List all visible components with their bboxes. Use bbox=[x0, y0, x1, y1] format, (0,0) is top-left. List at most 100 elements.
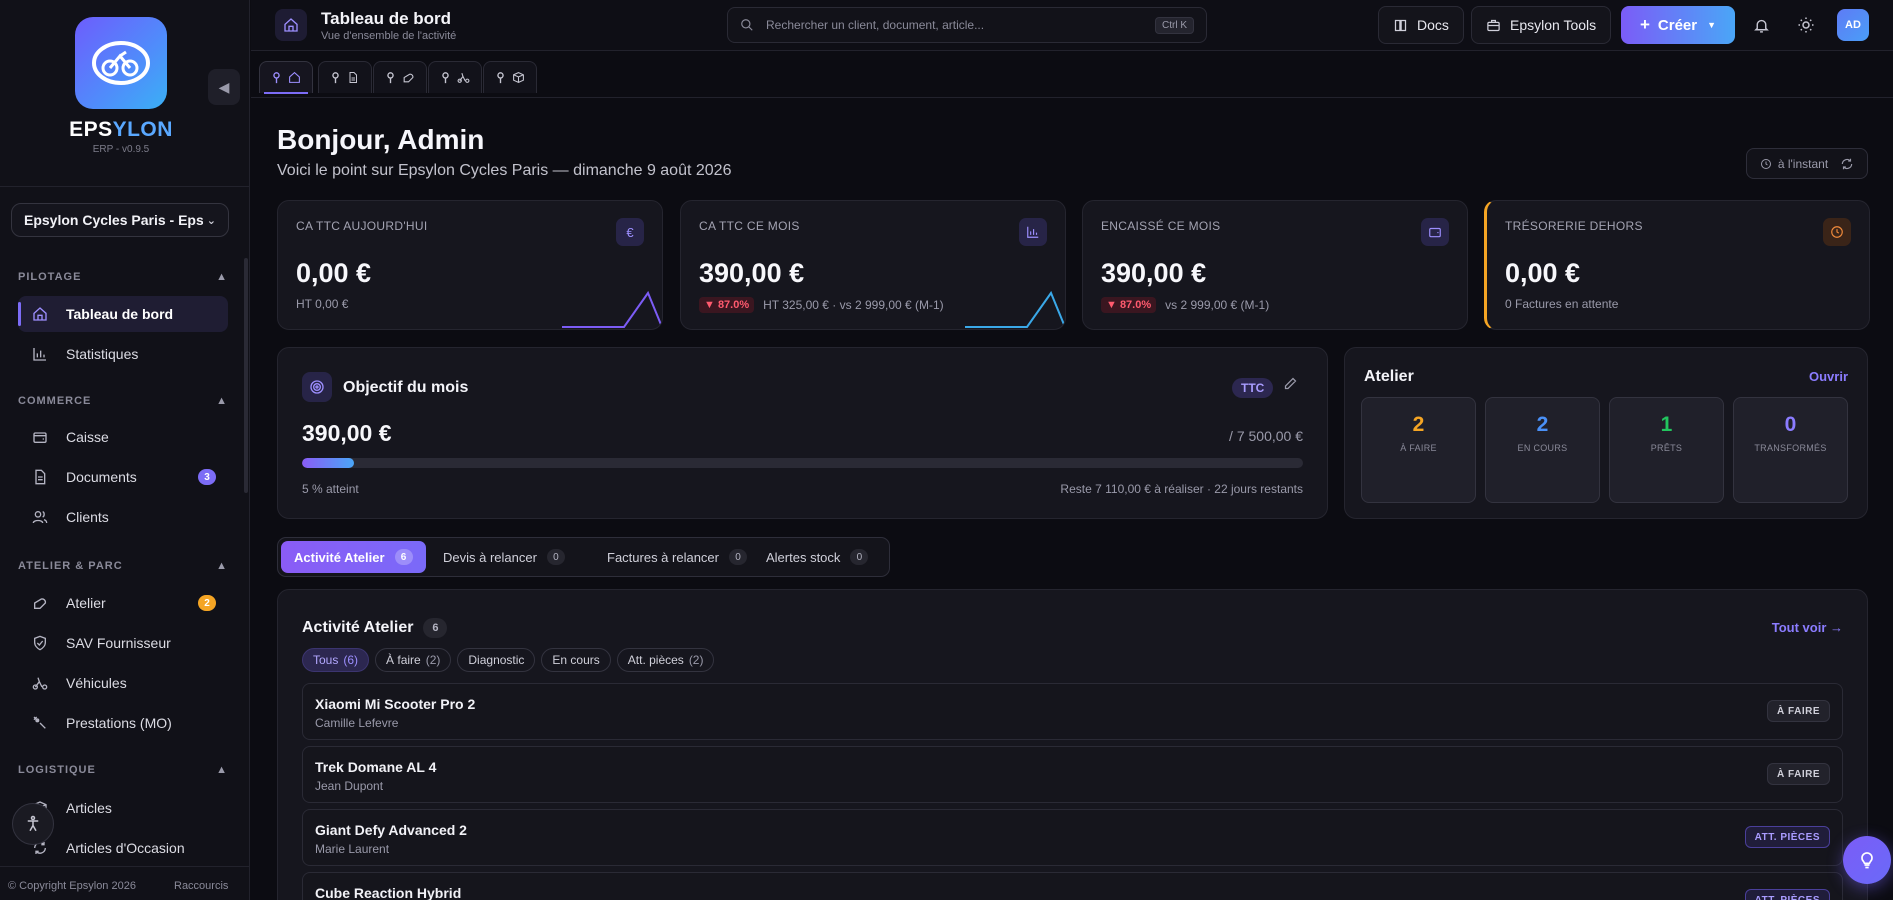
section-title: ATELIER & PARC bbox=[18, 560, 123, 572]
docs-button[interactable]: Docs bbox=[1378, 6, 1464, 44]
tab-count: 0 bbox=[850, 549, 869, 565]
list-item[interactable]: Giant Defy Advanced 2 Marie Laurent ATT.… bbox=[302, 809, 1843, 866]
theme-toggle-button[interactable] bbox=[1794, 13, 1818, 37]
sidebar-item-label: Tableau de bord bbox=[66, 306, 174, 322]
sidebar-item-documents[interactable]: Documents 3 bbox=[18, 459, 228, 495]
kpi-value: 0,00 € bbox=[296, 258, 372, 288]
sidebar-item-label: Véhicules bbox=[66, 675, 127, 691]
kpi-value: 0,00 € bbox=[1505, 258, 1581, 288]
filter-chip-att-pieces[interactable]: Att. pièces (2) bbox=[616, 648, 715, 672]
stat-number: 1 bbox=[1660, 413, 1673, 436]
filter-chip-a-faire[interactable]: À faire (2) bbox=[375, 648, 452, 672]
atelier-stat-prets[interactable]: 1 PRÊTS bbox=[1609, 397, 1724, 503]
tools-label: Epsylon Tools bbox=[1510, 17, 1597, 33]
section-title: COMMERCE bbox=[18, 395, 92, 407]
tab-alertes-stock[interactable]: Alertes stock 0 bbox=[753, 541, 881, 573]
tab-devis-a-relancer[interactable]: Devis à relancer 0 bbox=[430, 541, 578, 573]
tools-icon bbox=[31, 714, 49, 732]
kpi-footnote: vs 2 999,00 € (M-1) bbox=[1165, 298, 1270, 312]
greeting-subtitle: Voici le point sur Epsylon Cycles Paris … bbox=[277, 162, 732, 179]
top-bar: Tableau de bord Vue d'ensemble de l'acti… bbox=[251, 0, 1893, 51]
filter-chip-en-cours[interactable]: En cours bbox=[541, 648, 611, 672]
tab-vehicules[interactable] bbox=[428, 61, 482, 93]
section-title: PILOTAGE bbox=[18, 271, 82, 283]
epsylon-tools-button[interactable]: Epsylon Tools bbox=[1471, 6, 1612, 44]
atelier-open-link[interactable]: Ouvrir bbox=[1809, 369, 1848, 384]
tab-articles[interactable] bbox=[483, 61, 537, 93]
docs-label: Docs bbox=[1417, 17, 1449, 33]
notifications-button[interactable] bbox=[1749, 13, 1773, 37]
help-button[interactable] bbox=[1843, 836, 1891, 884]
sidebar-item-atelier[interactable]: Atelier 2 bbox=[18, 585, 228, 621]
chip-label: Diagnostic bbox=[468, 653, 525, 667]
refresh-button[interactable]: à l'instant bbox=[1746, 148, 1868, 179]
chip-label: Tous bbox=[313, 653, 339, 667]
sidebar-scrollbar[interactable] bbox=[244, 258, 248, 493]
activity-header: Activité Atelier 6 bbox=[302, 618, 448, 638]
nav-section-commerce[interactable]: COMMERCE ▲ bbox=[18, 393, 228, 409]
search-shortcut-hint: Ctrl K bbox=[1155, 16, 1194, 34]
atelier-stat-en-cours[interactable]: 2 EN COURS bbox=[1485, 397, 1600, 503]
tab-activite-atelier[interactable]: Activité Atelier 6 bbox=[281, 541, 426, 573]
monthly-goal-card: Objectif du mois TTC 390,00 € / 7 500,00… bbox=[277, 347, 1328, 519]
collapse-triangle-icon: ▲ bbox=[216, 764, 228, 776]
tab-factures-a-relancer[interactable]: Factures à relancer 0 bbox=[594, 541, 760, 573]
list-item[interactable]: Xiaomi Mi Scooter Pro 2 Camille Lefevre … bbox=[302, 683, 1843, 740]
nav-section-pilotage[interactable]: PILOTAGE ▲ bbox=[18, 269, 228, 285]
tab-documents[interactable] bbox=[318, 61, 372, 93]
kpi-card-ca-today[interactable]: CA TTC AUJOURD'HUI € 0,00 € HT 0,00 € bbox=[277, 200, 663, 330]
create-button[interactable]: + Créer ▼ bbox=[1621, 6, 1735, 44]
page-home-icon bbox=[275, 9, 307, 41]
sidebar-item-tableau-de-bord[interactable]: Tableau de bord bbox=[18, 296, 228, 332]
activity-panel: Activité Atelier 6 Tout voir → Tous (6) À … bbox=[277, 589, 1868, 900]
nav-section-atelier-parc[interactable]: ATELIER & PARC ▲ bbox=[18, 558, 228, 574]
search-input[interactable]: Rechercher un client, document, article.… bbox=[727, 7, 1207, 43]
filter-chip-tous[interactable]: Tous (6) bbox=[302, 648, 370, 672]
sidebar-item-caisse[interactable]: Caisse bbox=[18, 419, 228, 455]
sidebar-item-label: Atelier bbox=[66, 595, 106, 611]
tab-dashboard[interactable] bbox=[259, 61, 313, 94]
list-item[interactable]: Cube Reaction Hybrid ATT. PIÈCES bbox=[302, 872, 1843, 900]
sidebar-item-clients[interactable]: Clients bbox=[18, 499, 228, 535]
brand-name: EPSYLON bbox=[69, 118, 173, 141]
nav-section-logistique[interactable]: LOGISTIQUE ▲ bbox=[18, 762, 228, 778]
wrench-icon bbox=[31, 594, 49, 612]
euro-icon: € bbox=[616, 218, 644, 246]
list-item[interactable]: Trek Domane AL 4 Jean Dupont À FAIRE bbox=[302, 746, 1843, 803]
document-icon bbox=[31, 468, 49, 486]
atelier-stat-a-faire[interactable]: 2 À FAIRE bbox=[1361, 397, 1476, 503]
page-title: Tableau de bord bbox=[321, 9, 452, 28]
tab-count: 0 bbox=[729, 549, 747, 565]
tab-atelier[interactable] bbox=[373, 61, 427, 93]
edit-goal-button[interactable] bbox=[1283, 376, 1298, 391]
divider bbox=[0, 186, 250, 187]
sidebar-item-vehicules[interactable]: Véhicules bbox=[18, 665, 228, 701]
see-all-link[interactable]: Tout voir → bbox=[1772, 620, 1843, 635]
sidebar-item-statistiques[interactable]: Statistiques bbox=[18, 336, 228, 372]
kpi-footer: 0 Factures en attente bbox=[1505, 297, 1618, 311]
ttc-badge[interactable]: TTC bbox=[1232, 378, 1274, 398]
company-select[interactable]: Epsylon Cycles Paris - Epsylon ⌄ bbox=[11, 203, 229, 237]
atelier-stat-transformes[interactable]: 0 TRANSFORMÉS bbox=[1733, 397, 1848, 503]
scooter-icon bbox=[31, 674, 49, 692]
filter-chip-diagnostic[interactable]: Diagnostic bbox=[457, 648, 536, 672]
kpi-card-ca-month[interactable]: CA TTC CE MOIS 390,00 € ▼ 87.0% HT 325,00… bbox=[680, 200, 1066, 330]
clock-icon bbox=[1760, 158, 1772, 170]
divider bbox=[0, 866, 250, 867]
avatar[interactable]: AD bbox=[1837, 9, 1869, 41]
tab-label: Factures à relancer bbox=[607, 549, 719, 565]
kpi-card-encaisse-month[interactable]: ENCAISSÉ CE MOIS 390,00 € ▼ 87.0% vs 2 99… bbox=[1082, 200, 1468, 330]
sidebar-item-sav-fournisseur[interactable]: SAV Fournisseur bbox=[18, 625, 228, 661]
count-badge: 3 bbox=[198, 469, 216, 485]
shortcuts-link[interactable]: Raccourcis bbox=[174, 880, 228, 892]
delta-badge: ▼ 87.0% bbox=[699, 297, 755, 313]
accessibility-button[interactable] bbox=[12, 803, 54, 845]
sidebar-item-prestations[interactable]: Prestations (MO) bbox=[18, 705, 228, 741]
collapse-sidebar-button[interactable]: ◀ bbox=[208, 69, 240, 105]
goal-percent: 5 % atteint bbox=[302, 482, 359, 496]
kpi-card-tresorerie[interactable]: TRÉSORERIE DEHORS 0,00 € 0 Factures en a… bbox=[1484, 200, 1870, 330]
greeting-title: Bonjour, Admin bbox=[277, 124, 485, 155]
app-logo[interactable] bbox=[75, 17, 167, 109]
chart-icon bbox=[1019, 218, 1047, 246]
chip-label: À faire bbox=[386, 653, 421, 667]
